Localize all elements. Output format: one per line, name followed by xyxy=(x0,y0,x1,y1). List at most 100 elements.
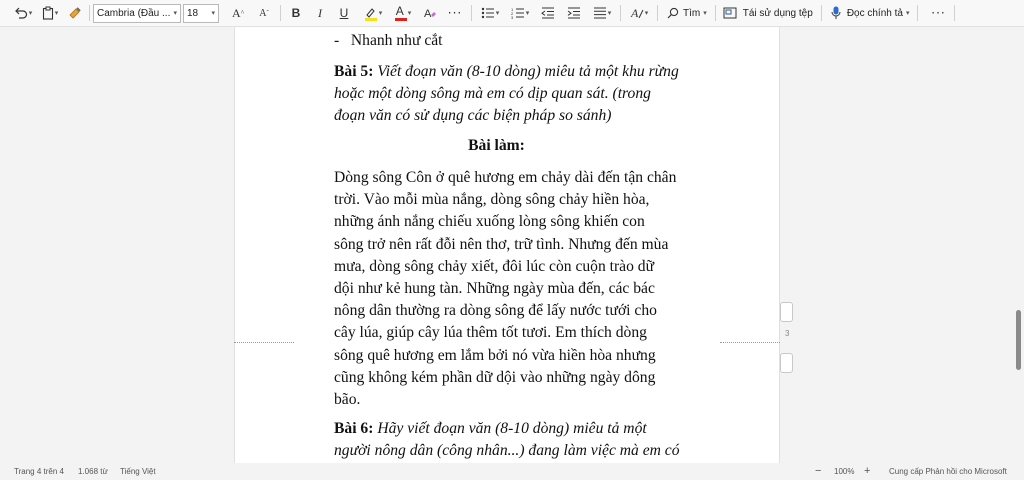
chevron-down-icon: ▾ xyxy=(407,9,412,17)
styles-icon: A xyxy=(630,6,644,20)
paragraph-line: cũng không kém phần dữ dội vào những ngà… xyxy=(334,368,656,386)
zoom-level[interactable]: 100% xyxy=(834,467,854,476)
font-size-value: 18 xyxy=(187,7,199,19)
reuse-files-icon xyxy=(723,7,737,20)
chevron-down-icon: ▾ xyxy=(495,9,500,17)
reuse-files-label: Tái sử dụng tệp xyxy=(742,7,813,19)
question-5-line: Viết đoạn văn (8-10 dòng) miêu tả một kh… xyxy=(377,63,679,80)
styles-button[interactable]: A ▾ xyxy=(624,2,654,24)
chevron-down-icon: ▾ xyxy=(703,9,707,17)
question-6-label: Bài 6: xyxy=(334,420,374,437)
font-size-select[interactable]: 18 ▾ xyxy=(183,3,219,23)
highlight-button[interactable]: ▾ xyxy=(358,2,388,24)
bold-icon: B xyxy=(291,6,301,20)
vertical-scrollbar-thumb[interactable] xyxy=(1016,310,1021,370)
shrink-font-button[interactable]: Aˇ xyxy=(251,2,277,24)
numbering-icon: 123 xyxy=(511,7,525,19)
underline-icon: U xyxy=(339,6,349,20)
grow-font-icon: A xyxy=(232,5,241,20)
question-5: Bài 5: Viết đoạn văn (8-10 dòng) miêu tả… xyxy=(334,61,679,128)
decrease-indent-icon xyxy=(541,7,555,19)
more-options-button[interactable]: ··· xyxy=(925,2,951,24)
paragraph-line: sông trở nên rất đỗi nên thơ, trữ tình. … xyxy=(334,235,669,253)
highlight-icon xyxy=(364,6,378,21)
paragraph-line: cây lúa, giúp cây lúa thêm tốt tươi. Em … xyxy=(334,324,647,342)
ribbon-toolbar: ▾ ▾ Cambria (Đầu ... ▾ 18 ▾ A ^ Aˇ B I U … xyxy=(0,0,1024,27)
answer-paragraph: Dòng sông Côn ở quê hương em chảy dài đế… xyxy=(334,167,676,411)
font-name-value: Cambria (Đầu ... xyxy=(97,7,171,19)
dictate-button[interactable]: Đọc chính tả ▾ xyxy=(831,2,910,24)
question-5-label: Bài 5: xyxy=(334,63,374,80)
zoom-out-button[interactable]: − xyxy=(815,465,821,477)
paragraph-line: sông quê hương em lắm bởi nó vừa hiền hò… xyxy=(334,346,656,364)
undo-button[interactable]: ▾ xyxy=(12,2,34,24)
page-count[interactable]: Trang 4 trên 4 xyxy=(14,467,64,476)
dictate-label: Đọc chính tả xyxy=(846,7,903,19)
svg-text:3: 3 xyxy=(511,15,514,19)
word-count[interactable]: 1.068 từ xyxy=(78,467,108,476)
chevron-down-icon: ▾ xyxy=(905,9,910,17)
question-5-line: hoặc một dòng sông mà em có dịp quan sát… xyxy=(334,85,651,103)
microphone-icon xyxy=(831,6,841,20)
paragraph-line: trời. Vào mỗi mùa nắng, dòng sông chảy h… xyxy=(334,191,650,209)
page-number: 3 xyxy=(785,329,790,338)
format-painter-button[interactable] xyxy=(64,2,86,24)
increase-indent-button[interactable] xyxy=(561,2,587,24)
bullets-icon xyxy=(481,7,495,19)
svg-text:A: A xyxy=(424,8,432,20)
reuse-files-button[interactable]: Tái sử dụng tệp xyxy=(723,2,813,24)
find-button[interactable]: Tìm ▾ xyxy=(667,2,707,24)
question-6-line: Hãy viết đoạn văn (8-10 dòng) miêu tả mộ… xyxy=(377,420,647,437)
grow-font-button[interactable]: A ^ xyxy=(225,2,251,24)
page-break-line xyxy=(234,342,294,343)
zoom-in-button[interactable]: + xyxy=(864,465,870,477)
page-marker xyxy=(780,302,793,322)
paragraph-line: dội như kẻ hung tàn. Những ngày mùa đến,… xyxy=(334,280,655,298)
chevron-down-icon: ▾ xyxy=(54,9,59,17)
bullets-button[interactable]: ▾ xyxy=(475,2,505,24)
bullet-dash: - xyxy=(334,32,340,49)
find-label: Tìm xyxy=(683,7,701,19)
feedback-link[interactable]: Cung cấp Phản hồi cho Microsoft xyxy=(889,467,1007,476)
chevron-down-icon: ▾ xyxy=(525,9,530,17)
clear-format-button[interactable]: A xyxy=(418,2,442,24)
chevron-down-icon: ▾ xyxy=(378,9,383,17)
underline-button[interactable]: U xyxy=(332,2,356,24)
font-color-button[interactable]: A ▾ xyxy=(388,2,418,24)
list-item: - Nhanh như cắt xyxy=(334,30,443,52)
more-button[interactable]: ··· xyxy=(442,2,468,24)
shrink-font-icon: A xyxy=(259,7,267,19)
undo-icon xyxy=(14,6,28,20)
language-indicator[interactable]: Tiếng Việt xyxy=(120,467,156,476)
font-color-letter: A xyxy=(395,3,404,18)
italic-button[interactable]: I xyxy=(308,2,332,24)
increase-indent-icon xyxy=(567,7,581,19)
chevron-down-icon: ▾ xyxy=(173,10,177,17)
more-icon: ··· xyxy=(447,6,463,20)
bold-button[interactable]: B xyxy=(284,2,308,24)
question-5-line: đoạn văn có sử dụng các biện pháp so sán… xyxy=(334,107,612,125)
document-page[interactable]: - Nhanh như cắt Bài 5: Viết đoạn văn (8-… xyxy=(234,27,780,463)
paste-button[interactable]: ▾ xyxy=(38,2,62,24)
clear-format-icon: A xyxy=(423,6,437,20)
page-break-line xyxy=(720,342,780,343)
paragraph-line: mưa, dòng sông chảy xiết, đôi lúc còn cu… xyxy=(334,257,655,275)
paragraph-line: những ánh nắng chiếu xuống lòng sông khi… xyxy=(334,213,645,231)
question-6-line: người nông dân (công nhân...) đang làm v… xyxy=(334,442,680,460)
bullet-text: Nhanh như cắt xyxy=(350,32,443,49)
chevron-down-icon: ▾ xyxy=(607,9,612,17)
page-marker xyxy=(780,353,793,373)
numbering-button[interactable]: 123 ▾ xyxy=(505,2,535,24)
question-6: Bài 6: Hãy viết đoạn văn (8-10 dòng) miê… xyxy=(334,418,680,462)
format-painter-icon xyxy=(68,6,82,20)
paste-icon xyxy=(42,6,54,20)
more-icon: ··· xyxy=(931,6,946,20)
align-button[interactable]: ▾ xyxy=(587,2,617,24)
font-name-select[interactable]: Cambria (Đầu ... ▾ xyxy=(93,3,181,23)
decrease-indent-button[interactable] xyxy=(535,2,561,24)
chevron-down-icon: ▾ xyxy=(211,10,215,17)
font-color-icon: A xyxy=(394,3,407,21)
paragraph-line: Dòng sông Côn ở quê hương em chảy dài đế… xyxy=(334,169,677,186)
paragraph-line: nông dân thường ra dòng sông để lấy nước… xyxy=(334,302,657,320)
chevron-down-icon: ▾ xyxy=(28,9,33,17)
